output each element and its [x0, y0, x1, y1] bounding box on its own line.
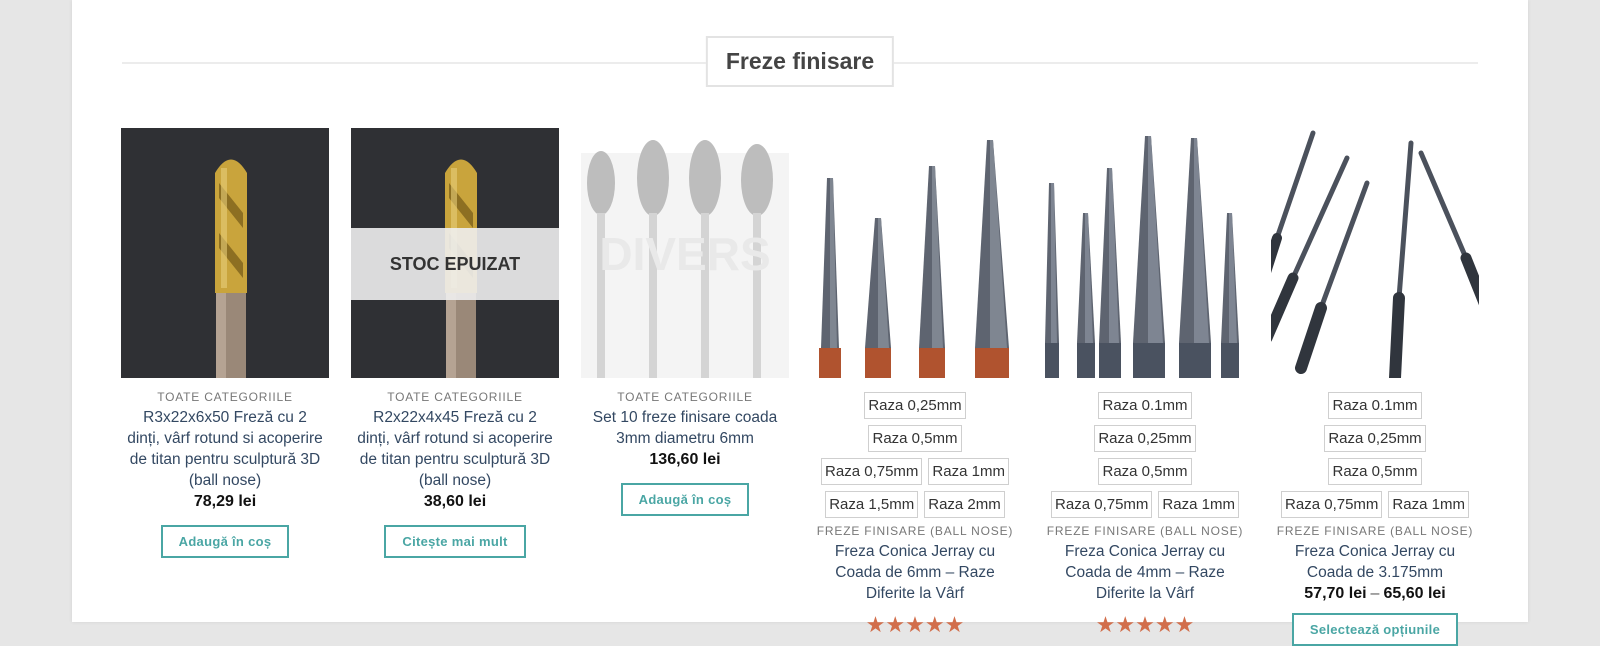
product-card: Raza 0.1mm Raza 0,25mm Raza 0,5mm Raza 0…: [1041, 128, 1249, 638]
page: Freze finisare TOATE CATEGORIILE R3x22x6…: [72, 0, 1528, 646]
variant-swatches: Raza 0.1mm Raza 0,25mm Raza 0,5mm Raza 0…: [1271, 392, 1479, 518]
star-icon: ★: [1154, 612, 1175, 637]
star-icon: ★: [865, 612, 886, 637]
star-icon: ★: [1174, 612, 1195, 637]
watermark-text: DIVERS: [599, 228, 770, 280]
product-image[interactable]: STOC EPUIZAT: [351, 128, 559, 378]
product-category[interactable]: TOATE CATEGORIILE: [581, 390, 789, 404]
product-category[interactable]: FREZE FINISARE (BALL NOSE): [811, 524, 1019, 538]
variant-option[interactable]: Raza 0,25mm: [1324, 425, 1426, 452]
product-price: 136,60 lei: [649, 451, 721, 468]
product-title[interactable]: R3x22x6x50 Freză cu 2 dinți, vârf rotund…: [121, 407, 329, 491]
product-category[interactable]: TOATE CATEGORIILE: [121, 390, 329, 404]
variant-option[interactable]: Raza 0,75mm: [1051, 491, 1153, 518]
star-icon: ★: [1095, 612, 1116, 637]
product-image[interactable]: [1041, 128, 1249, 378]
variant-option[interactable]: Raza 0,5mm: [1098, 458, 1192, 485]
read-more-button[interactable]: Citește mai mult: [384, 525, 526, 558]
variant-option[interactable]: Raza 0,25mm: [1094, 425, 1196, 452]
section-title: Freze finisare: [705, 36, 895, 87]
product-category[interactable]: FREZE FINISARE (BALL NOSE): [1041, 524, 1249, 538]
variant-option[interactable]: Raza 0,75mm: [821, 458, 923, 485]
product-card: TOATE CATEGORIILE R3x22x6x50 Freză cu 2 …: [121, 128, 329, 558]
price-separator: –: [1370, 585, 1380, 602]
section-header: Freze finisare: [122, 36, 1478, 90]
product-category[interactable]: FREZE FINISARE (BALL NOSE): [1271, 524, 1479, 538]
out-of-stock-badge: STOC EPUIZAT: [351, 228, 559, 300]
product-price-range: 57,70 lei –65,60 lei: [1271, 585, 1479, 603]
star-icon: ★: [1135, 612, 1155, 637]
variant-swatches: Raza 0.1mm Raza 0,25mm Raza 0,5mm Raza 0…: [1041, 392, 1249, 518]
rating-stars: ★★★★★: [811, 612, 1019, 638]
product-category[interactable]: TOATE CATEGORIILE: [351, 390, 559, 404]
product-title[interactable]: Freza Conica Jerray cu Coada de 4mm – Ra…: [1041, 541, 1249, 604]
variant-option[interactable]: Raza 0,5mm: [868, 425, 962, 452]
product-image[interactable]: DIVERS: [581, 128, 789, 378]
product-title[interactable]: R2x22x4x45 Freză cu 2 dinți, vârf rotund…: [351, 407, 559, 491]
product-card: DIVERS TOATE CATEGORIILE Set 10 freze fi…: [581, 128, 789, 516]
product-title[interactable]: Freza Conica Jerray cu Coada de 6mm – Ra…: [811, 541, 1019, 604]
select-options-button[interactable]: Selectează opțiunile: [1291, 613, 1459, 646]
variant-swatches: Raza 0,25mm Raza 0,5mm Raza 0,75mm Raza …: [811, 392, 1019, 518]
star-icon: ★: [1115, 612, 1136, 637]
add-to-cart-button[interactable]: Adaugă în coș: [620, 483, 750, 516]
variant-option[interactable]: Raza 0.1mm: [1098, 392, 1192, 419]
price-min: 57,70 lei: [1304, 585, 1367, 602]
variant-option[interactable]: Raza 0,5mm: [1328, 458, 1422, 485]
star-icon: ★: [944, 612, 965, 637]
variant-option[interactable]: Raza 1mm: [1388, 491, 1469, 518]
product-card: Raza 0.1mm Raza 0,25mm Raza 0,5mm Raza 0…: [1271, 128, 1479, 646]
variant-option[interactable]: Raza 0.1mm: [1328, 392, 1422, 419]
product-price: 78,29 lei: [193, 493, 257, 510]
product-price: 38,60 lei: [423, 493, 487, 510]
product-title[interactable]: Freza Conica Jerray cu Coada de 3.175mm: [1271, 541, 1479, 583]
variant-option[interactable]: Raza 0,75mm: [1281, 491, 1383, 518]
rating-stars: ★★★★★: [1041, 612, 1249, 638]
variant-option[interactable]: Raza 1mm: [1158, 491, 1239, 518]
variant-option[interactable]: Raza 0,25mm: [864, 392, 966, 419]
variant-option[interactable]: Raza 2mm: [924, 491, 1005, 518]
product-card: STOC EPUIZAT TOATE CATEGORIILE R2x22x4x4…: [351, 128, 559, 558]
add-to-cart-button[interactable]: Adaugă în coș: [160, 525, 290, 558]
product-image[interactable]: [1271, 128, 1479, 378]
variant-option[interactable]: Raza 1mm: [928, 458, 1009, 485]
star-icon: ★: [905, 612, 925, 637]
product-image[interactable]: [121, 128, 329, 378]
product-card: Raza 0,25mm Raza 0,5mm Raza 0,75mm Raza …: [811, 128, 1019, 638]
price-max: 65,60 lei: [1383, 585, 1446, 602]
product-image[interactable]: [811, 128, 1019, 378]
variant-option[interactable]: Raza 1,5mm: [825, 491, 919, 518]
product-title[interactable]: Set 10 freze finisare coada 3mm diametru…: [581, 407, 789, 449]
star-icon: ★: [885, 612, 906, 637]
star-icon: ★: [924, 612, 945, 637]
